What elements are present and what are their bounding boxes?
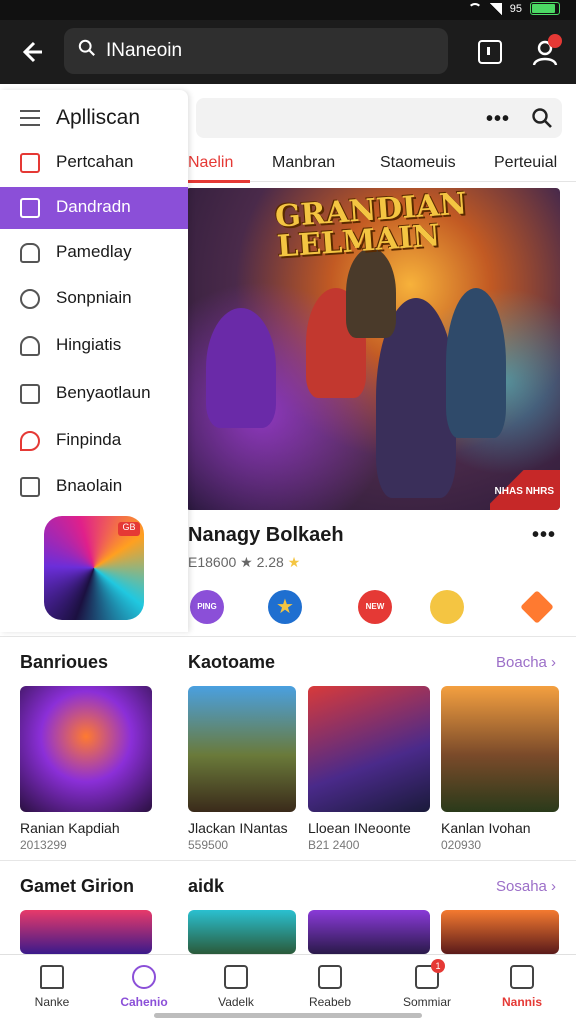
search-icon[interactable] [532,108,552,128]
divider [0,860,576,861]
chat-icon [20,198,40,218]
person-icon [20,336,40,356]
nav-item-vadelk[interactable]: Vadelk [196,961,276,1009]
nav-item-nannis[interactable]: Nannis [482,961,562,1009]
game-logo: GRANDIAN LELMAIN [273,188,468,265]
game-card-image[interactable] [308,686,430,812]
card-icon [20,153,40,173]
hero-character [346,248,396,338]
drawer-item-bnaolain[interactable]: Bnaolain [0,466,188,508]
game-card-count: 2013299 [20,838,67,852]
tab-staomeuis[interactable]: Staomeuis [380,154,456,172]
game-card-image[interactable] [20,686,152,812]
info-icon [20,384,40,404]
divider [0,636,576,637]
drawer-item-dandradn[interactable]: Dandradn [0,187,188,229]
square-icon [224,965,248,989]
game-card-image[interactable] [441,686,559,812]
search-person-icon [20,289,40,309]
home-icon [40,965,64,989]
section-see-all-link[interactable]: Sosaha › [496,878,556,895]
search-field[interactable]: INaneoin [64,28,448,74]
hero-character [446,288,506,438]
star-chip[interactable]: ★ [268,590,302,624]
notification-badge: 1 [431,959,445,973]
section-see-all-link[interactable]: Boacha › [496,654,556,671]
drawer-item-pertcahan[interactable]: Pertcahan [0,142,188,184]
home-indicator[interactable] [154,1013,422,1018]
game-card-image[interactable] [188,910,296,954]
account-badge [548,34,562,48]
section-title: Kaotoame [188,652,276,672]
search-icon [78,39,95,56]
notification-square-icon[interactable] [478,40,502,64]
tab-perteuial[interactable]: Perteuial [494,154,557,172]
gem-chip[interactable] [520,590,554,624]
account-icon[interactable] [530,34,562,68]
active-tab-indicator [186,180,250,183]
tab-bar: Naelin Manbran Staomeuis Perteuial [186,148,576,182]
more-options-icon[interactable]: ••• [532,524,556,547]
drawer-item-pamedlay[interactable]: Pamedlay [0,232,188,274]
tab-naelin[interactable]: Naelin [188,154,233,172]
drawer-item-finpinda[interactable]: Finpinda [0,420,188,462]
search-input[interactable]: INaneoin [106,40,182,62]
battery-icon [530,2,560,15]
game-card-count: 559500 [188,838,229,852]
drawer-title: Aplliscan [56,106,141,129]
navigation-drawer: Aplliscan Pertcahan Dandradn Pamedlay So… [0,90,188,632]
section-title: aidk [188,876,225,896]
location-icon [20,431,40,451]
lock-icon [20,243,40,263]
featured-banner[interactable]: GRANDIAN LELMAIN NHAS NHRS [186,188,560,510]
tag-chip[interactable]: PING [190,590,224,624]
nav-item-nanke[interactable]: Nanke [12,961,92,1009]
wifi-icon [467,2,482,15]
game-card-image[interactable] [308,910,430,954]
edit-icon [20,477,40,497]
hero-creature [206,308,276,428]
drawer-item-hingiatis[interactable]: Hingiatis [0,325,188,367]
nav-item-sommiar[interactable]: 1 Sommiar [387,959,467,1009]
game-card-image[interactable] [188,686,296,812]
top-app-bar: INaneoin [0,20,576,84]
more-options-icon[interactable]: ••• [486,108,510,131]
search-icon [132,965,156,989]
game-card-image[interactable] [441,910,559,954]
new-chip[interactable]: NEW [358,590,392,624]
app-tag: GB [118,522,140,536]
game-card-count: 020930 [441,838,482,852]
game-card-title: Kanlan Ivohan [441,820,531,836]
tab-manbran[interactable]: Manbran [272,154,335,172]
section-title: Banrioues [20,652,109,672]
back-arrow-icon[interactable] [18,38,48,68]
section-title: Gamet Girion [20,876,135,896]
featured-meta: E18600 ★ 2.28 ★ [188,554,301,570]
drawer-item-benyaotlaun[interactable]: Benyaotlaun [0,373,188,415]
check-icon [318,965,342,989]
battery-text: 95 [509,2,522,15]
status-bar: 95 [0,0,576,20]
game-card-image[interactable] [20,910,152,954]
featured-title: Nanagy Bolkaeh [188,524,344,546]
game-card-title: Lloean INeoonte [308,820,411,836]
emoji-chip[interactable] [430,590,464,624]
game-card-title: Ranian Kapdiah [20,820,120,836]
game-card-title: Jlackan INantas [188,820,288,836]
nav-item-cahenio[interactable]: Cahenio [104,961,184,1009]
chat-icon: 1 [415,959,445,989]
signal-icon [489,2,502,15]
game-card-count: B21 2400 [308,838,360,852]
nav-item-reabeb[interactable]: Reabeb [290,961,370,1009]
hero-corner-badge: NHAS NHRS [490,470,560,510]
drawer-app-thumbnail[interactable]: GB [44,516,144,620]
profile-icon [510,965,534,989]
drawer-item-sonpniain[interactable]: Sonpniain [0,278,188,320]
